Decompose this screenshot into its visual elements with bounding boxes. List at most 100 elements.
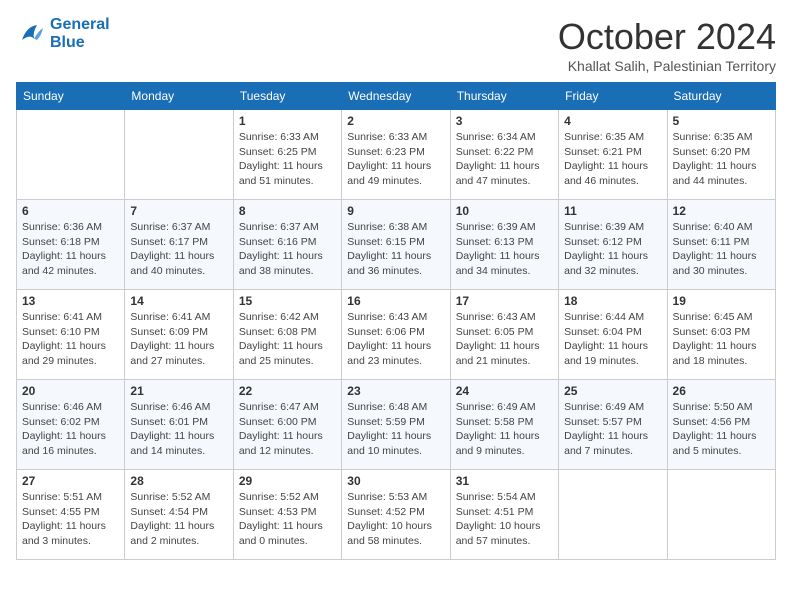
day-number: 21: [130, 384, 227, 398]
day-number: 13: [22, 294, 119, 308]
calendar-cell: 8Sunrise: 6:37 AMSunset: 6:16 PMDaylight…: [233, 200, 341, 290]
week-row-5: 27Sunrise: 5:51 AMSunset: 4:55 PMDayligh…: [17, 470, 776, 560]
day-number: 25: [564, 384, 661, 398]
day-info: Sunrise: 6:36 AMSunset: 6:18 PMDaylight:…: [22, 220, 119, 279]
day-info: Sunrise: 6:35 AMSunset: 6:20 PMDaylight:…: [673, 130, 770, 189]
calendar-cell: 10 Sunrise: 6:39 AMSunset: 6:13 PMDayligh…: [450, 200, 558, 290]
week-row-3: 13 Sunrise: 6:41 AMSunset: 6:10 PMDayligh…: [17, 290, 776, 380]
day-info: Sunrise: 6:37 AMSunset: 6:17 PMDaylight:…: [130, 220, 227, 279]
day-info: Sunrise: 6:38 AMSunset: 6:15 PMDaylight:…: [347, 220, 444, 279]
day-info: Sunrise: 6:43 AMSunset: 6:05 PMDaylight:…: [456, 310, 553, 369]
day-info: Sunrise: 6:41 AMSunset: 6:09 PMDaylight:…: [130, 310, 227, 369]
calendar-cell: 6 Sunrise: 6:36 AMSunset: 6:18 PMDaylight…: [17, 200, 125, 290]
calendar-cell: 7 Sunrise: 6:37 AMSunset: 6:17 PMDaylight…: [125, 200, 233, 290]
calendar-cell: [667, 470, 775, 560]
calendar-cell: 15 Sunrise: 6:42 AMSunset: 6:08 PMDayligh…: [233, 290, 341, 380]
calendar-cell: 22 Sunrise: 6:47 AMSunset: 6:00 PMDayligh…: [233, 380, 341, 470]
day-number: 2: [347, 114, 444, 128]
day-info: Sunrise: 6:34 AMSunset: 6:22 PMDaylight:…: [456, 130, 553, 189]
day-number: 3: [456, 114, 553, 128]
day-info: Sunrise: 6:46 AMSunset: 6:02 PMDaylight:…: [22, 400, 119, 459]
calendar-cell: 16Sunrise: 6:43 AMSunset: 6:06 PMDayligh…: [342, 290, 450, 380]
day-info: Sunrise: 6:40 AMSunset: 6:11 PMDaylight:…: [673, 220, 770, 279]
calendar-cell: 30Sunrise: 5:53 AMSunset: 4:52 PMDayligh…: [342, 470, 450, 560]
day-info: Sunrise: 5:54 AMSunset: 4:51 PMDaylight:…: [456, 490, 553, 549]
calendar-cell: 13 Sunrise: 6:41 AMSunset: 6:10 PMDayligh…: [17, 290, 125, 380]
calendar-cell: 11Sunrise: 6:39 AMSunset: 6:12 PMDayligh…: [559, 200, 667, 290]
day-number: 7: [130, 204, 227, 218]
day-number: 23: [347, 384, 444, 398]
day-number: 26: [673, 384, 770, 398]
day-number: 27: [22, 474, 119, 488]
weekday-header-monday: Monday: [125, 83, 233, 110]
day-number: 15: [239, 294, 336, 308]
logo-icon: [16, 19, 46, 49]
calendar-cell: 25 Sunrise: 6:49 AMSunset: 5:57 PMDayligh…: [559, 380, 667, 470]
day-number: 28: [130, 474, 227, 488]
calendar-cell: 17 Sunrise: 6:43 AMSunset: 6:05 PMDayligh…: [450, 290, 558, 380]
calendar-cell: 28Sunrise: 5:52 AMSunset: 4:54 PMDayligh…: [125, 470, 233, 560]
week-row-1: 1 Sunrise: 6:33 AMSunset: 6:25 PMDaylight…: [17, 110, 776, 200]
month-title: October 2024: [558, 16, 776, 58]
day-number: 22: [239, 384, 336, 398]
calendar-cell: 18 Sunrise: 6:44 AMSunset: 6:04 PMDayligh…: [559, 290, 667, 380]
calendar-cell: 2 Sunrise: 6:33 AMSunset: 6:23 PMDaylight…: [342, 110, 450, 200]
day-info: Sunrise: 5:52 AMSunset: 4:53 PMDaylight:…: [239, 490, 336, 549]
day-number: 17: [456, 294, 553, 308]
weekday-header-thursday: Thursday: [450, 83, 558, 110]
calendar-cell: 20 Sunrise: 6:46 AMSunset: 6:02 PMDayligh…: [17, 380, 125, 470]
day-number: 19: [673, 294, 770, 308]
calendar-cell: 3 Sunrise: 6:34 AMSunset: 6:22 PMDaylight…: [450, 110, 558, 200]
day-info: Sunrise: 6:44 AMSunset: 6:04 PMDaylight:…: [564, 310, 661, 369]
day-info: Sunrise: 6:49 AMSunset: 5:57 PMDaylight:…: [564, 400, 661, 459]
calendar-cell: 23 Sunrise: 6:48 AMSunset: 5:59 PMDayligh…: [342, 380, 450, 470]
day-number: 5: [673, 114, 770, 128]
weekday-header-sunday: Sunday: [17, 83, 125, 110]
day-info: Sunrise: 5:50 AMSunset: 4:56 PMDaylight:…: [673, 400, 770, 459]
weekday-header-saturday: Saturday: [667, 83, 775, 110]
week-row-4: 20 Sunrise: 6:46 AMSunset: 6:02 PMDayligh…: [17, 380, 776, 470]
day-info: Sunrise: 6:33 AMSunset: 6:23 PMDaylight:…: [347, 130, 444, 189]
day-number: 4: [564, 114, 661, 128]
day-number: 8: [239, 204, 336, 218]
day-number: 29: [239, 474, 336, 488]
day-number: 11: [564, 204, 661, 218]
calendar-cell: 5 Sunrise: 6:35 AMSunset: 6:20 PMDaylight…: [667, 110, 775, 200]
day-info: Sunrise: 6:49 AMSunset: 5:58 PMDaylight:…: [456, 400, 553, 459]
weekday-header-row: SundayMondayTuesdayWednesdayThursdayFrid…: [17, 83, 776, 110]
day-number: 20: [22, 384, 119, 398]
weekday-header-tuesday: Tuesday: [233, 83, 341, 110]
page-header: General Blue October 2024 Khallat Salih,…: [16, 16, 776, 74]
calendar-cell: 29 Sunrise: 5:52 AMSunset: 4:53 PMDayligh…: [233, 470, 341, 560]
day-number: 16: [347, 294, 444, 308]
day-number: 1: [239, 114, 336, 128]
day-info: Sunrise: 6:46 AMSunset: 6:01 PMDaylight:…: [130, 400, 227, 459]
day-info: Sunrise: 6:47 AMSunset: 6:00 PMDaylight:…: [239, 400, 336, 459]
day-info: Sunrise: 6:42 AMSunset: 6:08 PMDaylight:…: [239, 310, 336, 369]
calendar-cell: [17, 110, 125, 200]
title-block: October 2024 Khallat Salih, Palestinian …: [558, 16, 776, 74]
logo: General Blue: [16, 16, 110, 52]
day-info: Sunrise: 6:45 AMSunset: 6:03 PMDaylight:…: [673, 310, 770, 369]
day-number: 9: [347, 204, 444, 218]
calendar-cell: 12 Sunrise: 6:40 AMSunset: 6:11 PMDayligh…: [667, 200, 775, 290]
day-number: 6: [22, 204, 119, 218]
day-number: 18: [564, 294, 661, 308]
day-number: 30: [347, 474, 444, 488]
day-info: Sunrise: 6:48 AMSunset: 5:59 PMDaylight:…: [347, 400, 444, 459]
day-info: Sunrise: 6:33 AMSunset: 6:25 PMDaylight:…: [239, 130, 336, 189]
day-number: 10: [456, 204, 553, 218]
day-info: Sunrise: 6:39 AMSunset: 6:13 PMDaylight:…: [456, 220, 553, 279]
calendar-cell: [125, 110, 233, 200]
calendar-cell: 24 Sunrise: 6:49 AMSunset: 5:58 PMDayligh…: [450, 380, 558, 470]
calendar-cell: 9 Sunrise: 6:38 AMSunset: 6:15 PMDaylight…: [342, 200, 450, 290]
weekday-header-friday: Friday: [559, 83, 667, 110]
day-info: Sunrise: 6:41 AMSunset: 6:10 PMDaylight:…: [22, 310, 119, 369]
day-info: Sunrise: 6:35 AMSunset: 6:21 PMDaylight:…: [564, 130, 661, 189]
day-number: 14: [130, 294, 227, 308]
day-number: 12: [673, 204, 770, 218]
day-number: 31: [456, 474, 553, 488]
calendar-cell: 4 Sunrise: 6:35 AMSunset: 6:21 PMDaylight…: [559, 110, 667, 200]
day-number: 24: [456, 384, 553, 398]
calendar-table: SundayMondayTuesdayWednesdayThursdayFrid…: [16, 82, 776, 560]
